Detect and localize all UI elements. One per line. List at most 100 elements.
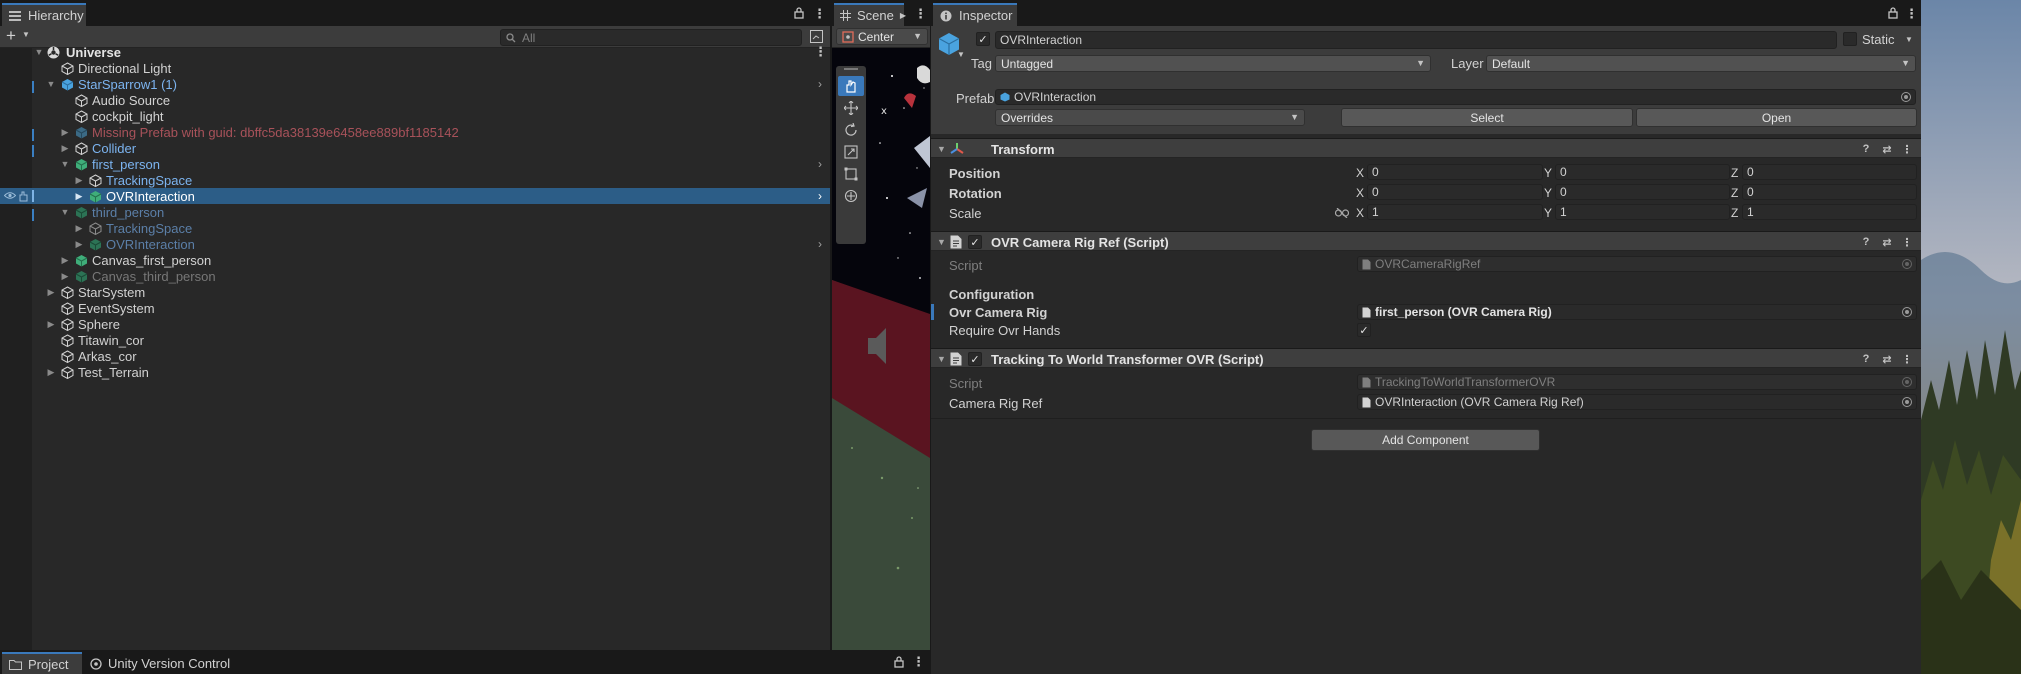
camera-rig-ref-field[interactable]: OVRInteraction (OVR Camera Rig Ref) bbox=[1357, 394, 1917, 410]
transform-tool-icon[interactable] bbox=[838, 186, 864, 206]
tab-scene[interactable]: Scene ▶ bbox=[834, 3, 906, 26]
icon-dropdown-icon[interactable]: ▼ bbox=[957, 50, 965, 59]
chevron-right-icon[interactable]: › bbox=[818, 237, 822, 251]
position-z-field[interactable]: 0 bbox=[1742, 164, 1917, 180]
collapsed-arrow-icon[interactable]: ▶ bbox=[60, 271, 70, 281]
hierarchy-row-cockpit-light[interactable]: cockpit_light bbox=[32, 108, 830, 124]
hierarchy-row-tracking-space-2[interactable]: ▶ TrackingSpace bbox=[32, 220, 830, 236]
pickable-hand-icon[interactable] bbox=[18, 190, 29, 202]
object-name-input[interactable]: OVRInteraction bbox=[995, 31, 1837, 49]
object-picker-icon[interactable] bbox=[1902, 397, 1912, 407]
hierarchy-row-starsparrow[interactable]: ▼ StarSparrow1 (1) › bbox=[32, 76, 830, 92]
help-icon[interactable]: ? bbox=[1860, 353, 1872, 365]
hierarchy-row-ovrinteraction-2[interactable]: ▶ OVRInteraction › bbox=[32, 236, 830, 252]
hierarchy-row-starsystem[interactable]: ▶ StarSystem bbox=[32, 284, 830, 300]
preset-icon[interactable]: ⇄ bbox=[1881, 353, 1893, 366]
help-icon[interactable]: ? bbox=[1860, 236, 1872, 248]
collapsed-arrow-icon[interactable]: ▶ bbox=[60, 143, 70, 153]
tag-dropdown[interactable]: Untagged ▼ bbox=[995, 55, 1431, 72]
lock-icon[interactable] bbox=[894, 656, 904, 668]
preset-icon[interactable]: ⇄ bbox=[1881, 236, 1893, 249]
tab-version-control[interactable]: Unity Version Control bbox=[84, 653, 230, 674]
overrides-dropdown[interactable]: Overrides ▼ bbox=[995, 109, 1305, 126]
scale-tool-icon[interactable] bbox=[838, 142, 864, 162]
chevron-right-icon[interactable]: › bbox=[818, 77, 822, 91]
active-checkbox[interactable]: ✓ bbox=[976, 32, 990, 46]
constrain-proportions-icon[interactable] bbox=[1335, 208, 1349, 218]
add-component-button[interactable]: Add Component bbox=[1311, 429, 1540, 451]
rotation-x-field[interactable]: 0 bbox=[1367, 184, 1543, 200]
move-tool-icon[interactable] bbox=[838, 98, 864, 118]
select-button[interactable]: Select bbox=[1341, 108, 1633, 127]
collapsed-arrow-icon[interactable]: ▶ bbox=[60, 127, 70, 137]
foldout-arrow-icon[interactable]: ▼ bbox=[937, 144, 946, 154]
collapsed-arrow-icon[interactable]: ▶ bbox=[60, 255, 70, 265]
prefab-asset-field[interactable]: OVRInteraction bbox=[995, 89, 1916, 105]
scene-visibility-icon[interactable] bbox=[810, 30, 823, 43]
hand-tool-icon[interactable] bbox=[838, 76, 864, 96]
pivot-mode-dropdown[interactable]: Center ▼ bbox=[836, 28, 928, 45]
object-picker-icon[interactable] bbox=[1901, 92, 1911, 102]
collapsed-arrow-icon[interactable]: ▶ bbox=[46, 287, 56, 297]
hierarchy-row-canvas-third-person[interactable]: ▶ Canvas_third_person bbox=[32, 268, 830, 284]
hierarchy-root-scene[interactable]: ▼ Universe ⋮ bbox=[32, 44, 830, 60]
expand-arrow-icon[interactable]: ▼ bbox=[34, 47, 44, 57]
foldout-arrow-icon[interactable]: ▼ bbox=[937, 354, 946, 364]
tab-hierarchy[interactable]: Hierarchy bbox=[2, 3, 86, 26]
help-icon[interactable]: ? bbox=[1860, 143, 1872, 155]
camera-rig-ref-header[interactable]: ▼ ✓ OVR Camera Rig Ref (Script) ? ⇄ ⋮ bbox=[931, 231, 1921, 251]
collapsed-arrow-icon[interactable]: ▶ bbox=[74, 175, 84, 185]
add-icon[interactable]: + bbox=[6, 27, 16, 45]
position-y-field[interactable]: 0 bbox=[1555, 164, 1730, 180]
object-picker-icon[interactable] bbox=[1902, 307, 1912, 317]
static-checkbox[interactable] bbox=[1843, 32, 1857, 46]
expand-arrow-icon[interactable]: ▼ bbox=[46, 79, 56, 89]
visibility-eye-icon[interactable] bbox=[4, 191, 16, 200]
lock-icon[interactable] bbox=[1888, 7, 1898, 19]
hierarchy-row-titawin-cor[interactable]: Titawin_cor bbox=[32, 332, 830, 348]
scene-viewport[interactable]: x bbox=[832, 48, 930, 650]
transform-header[interactable]: ▼ Transform ? ⇄ ⋮ bbox=[931, 138, 1921, 158]
hierarchy-row-directional-light[interactable]: Directional Light bbox=[32, 60, 830, 76]
rotation-y-field[interactable]: 0 bbox=[1555, 184, 1730, 200]
hierarchy-row-arkas-cor[interactable]: Arkas_cor bbox=[32, 348, 830, 364]
collapsed-arrow-icon[interactable]: ▶ bbox=[74, 223, 84, 233]
tracking-transformer-enabled-checkbox[interactable]: ✓ bbox=[968, 352, 982, 366]
tab-project[interactable]: Project bbox=[2, 652, 82, 674]
layer-dropdown[interactable]: Default ▼ bbox=[1486, 55, 1916, 72]
hierarchy-row-first-person[interactable]: ▼ first_person › bbox=[32, 156, 830, 172]
collapsed-arrow-icon[interactable]: ▶ bbox=[74, 191, 84, 201]
hierarchy-row-missing-prefab[interactable]: ▶ Missing Prefab with guid: dbffc5da3813… bbox=[32, 124, 830, 140]
root-more-icon[interactable]: ⋮ bbox=[814, 44, 827, 60]
hierarchy-row-tracking-space[interactable]: ▶ TrackingSpace bbox=[32, 172, 830, 188]
tab-inspector[interactable]: Inspector bbox=[933, 3, 1017, 26]
expand-arrow-icon[interactable]: ▼ bbox=[60, 207, 70, 217]
static-dropdown-icon[interactable]: ▼ bbox=[1905, 35, 1913, 44]
collapsed-arrow-icon[interactable]: ▶ bbox=[46, 319, 56, 329]
ovr-camera-rig-field[interactable]: first_person (OVR Camera Rig) bbox=[1357, 304, 1917, 320]
visibility-gutter[interactable] bbox=[0, 48, 32, 650]
hierarchy-row-canvas-first-person[interactable]: ▶ Canvas_first_person bbox=[32, 252, 830, 268]
collapsed-arrow-icon[interactable]: ▶ bbox=[46, 367, 56, 377]
scale-z-field[interactable]: 1 bbox=[1742, 204, 1917, 220]
position-x-field[interactable]: 0 bbox=[1367, 164, 1543, 180]
more-menu-icon[interactable]: ⋮ bbox=[912, 654, 925, 670]
camera-rig-ref-enabled-checkbox[interactable]: ✓ bbox=[968, 235, 982, 249]
collapsed-arrow-icon[interactable]: ▶ bbox=[74, 239, 84, 249]
rotate-tool-icon[interactable] bbox=[838, 120, 864, 140]
more-menu-icon[interactable]: ⋮ bbox=[914, 6, 927, 22]
hierarchy-row-test-terrain[interactable]: ▶ Test_Terrain bbox=[32, 364, 830, 380]
expand-arrow-icon[interactable]: ▼ bbox=[60, 159, 70, 169]
hierarchy-row-third-person[interactable]: ▼ third_person bbox=[32, 204, 830, 220]
component-menu-icon[interactable]: ⋮ bbox=[1901, 143, 1913, 156]
component-menu-icon[interactable]: ⋮ bbox=[1901, 236, 1913, 249]
rotation-z-field[interactable]: 0 bbox=[1742, 184, 1917, 200]
more-menu-icon[interactable]: ⋮ bbox=[1905, 6, 1918, 22]
chevron-right-icon[interactable]: › bbox=[818, 157, 822, 171]
add-dropdown-icon[interactable]: ▼ bbox=[22, 30, 30, 39]
lock-icon[interactable] bbox=[794, 7, 804, 19]
more-menu-icon[interactable]: ⋮ bbox=[813, 6, 826, 22]
open-button[interactable]: Open bbox=[1636, 108, 1917, 127]
hierarchy-row-collider[interactable]: ▶ Collider bbox=[32, 140, 830, 156]
hierarchy-row-ovrinteraction-selected[interactable]: ▶ OVRInteraction › bbox=[0, 188, 830, 204]
